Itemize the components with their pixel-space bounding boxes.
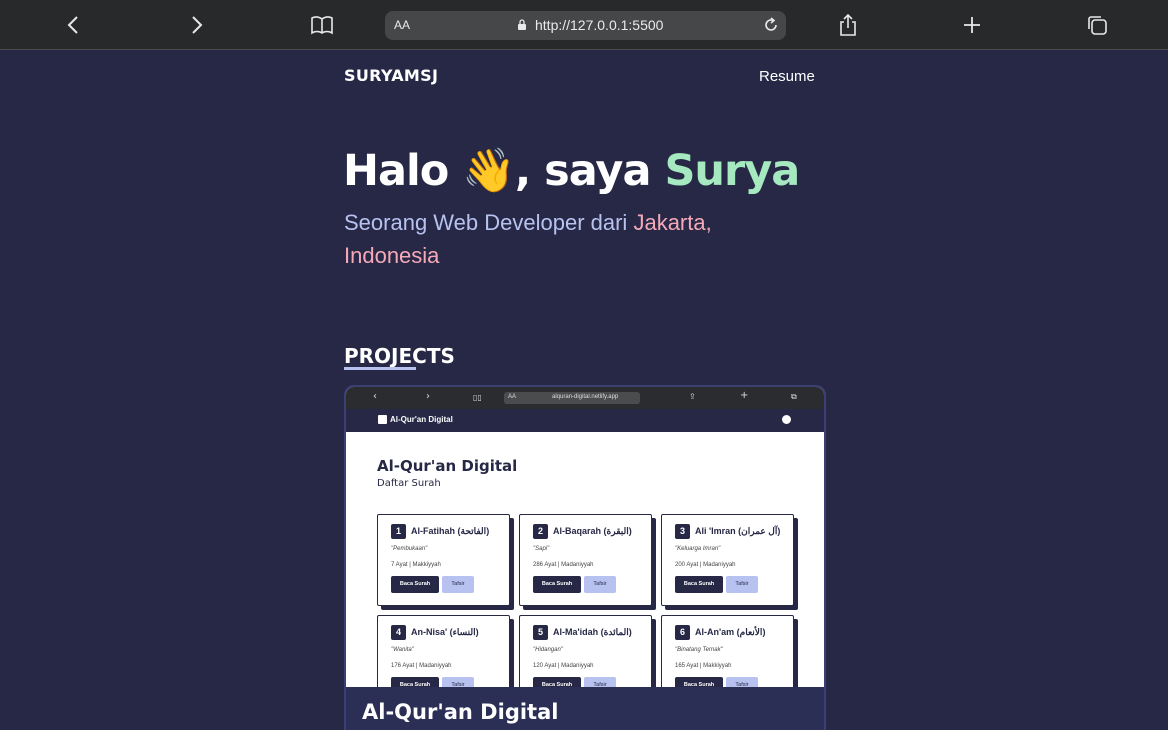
surah-number: 4 — [391, 625, 406, 640]
surah-meaning: "Wanita" — [391, 647, 414, 653]
surah-card: 5 Al-Ma'idah (المائدة) "Hidangan" 120 Ay… — [519, 615, 652, 687]
screenshot-app-name: Al-Qur'an Digital — [390, 415, 453, 424]
address-bar[interactable]: AA http://127.0.0.1:5500 — [385, 11, 786, 40]
screenshot-aa: AA — [508, 394, 517, 400]
tafsir-button: Tafsir — [726, 677, 758, 687]
new-tab-icon[interactable] — [959, 12, 985, 38]
resume-link[interactable]: Resume — [759, 68, 815, 85]
project-title[interactable]: Al-Qur'an Digital — [362, 700, 558, 724]
screenshot-back-icon: ‹ — [373, 391, 377, 402]
url-text: http://127.0.0.1:5500 — [535, 17, 664, 33]
back-icon[interactable] — [60, 12, 86, 38]
surah-name: Al-Baqarah (البقرة) — [553, 526, 632, 536]
subtitle-text: Seorang Web Developer dari — [344, 210, 628, 235]
waving-hand-icon: 👋 — [462, 146, 516, 196]
surah-number: 1 — [391, 524, 406, 539]
surah-name: Al-Ma'idah (المائدة) — [553, 627, 632, 637]
screenshot-page-title: Al-Qur'an Digital — [377, 457, 518, 475]
screenshot-page-subtitle: Daftar Surah — [377, 478, 441, 489]
surah-number: 5 — [533, 625, 548, 640]
reload-icon[interactable] — [761, 15, 781, 35]
read-surah-button: Baca Surah — [391, 576, 439, 593]
tafsir-button: Tafsir — [584, 576, 616, 593]
text-size-button[interactable]: AA — [394, 18, 410, 32]
screenshot-forward-icon: › — [426, 391, 430, 402]
section-underline — [344, 367, 416, 370]
surah-card: 1 Al-Fatihah (الفاتحة) "Pembukaan" 7 Aya… — [377, 514, 510, 606]
section-title: PROJECTS — [344, 344, 455, 368]
hero-greeting: Halo — [343, 146, 449, 196]
screenshot-browser-bar: ‹ › ▯▯ AA alquran-digital.netlify.app ⇪ … — [346, 387, 824, 409]
surah-meaning: "Binatang Ternak" — [675, 647, 723, 653]
tafsir-button: Tafsir — [726, 576, 758, 593]
bookmarks-icon[interactable] — [309, 12, 335, 38]
share-icon[interactable] — [835, 12, 861, 38]
surah-name: Ali 'Imran (آل عمران) — [695, 526, 781, 536]
surah-card: 3 Ali 'Imran (آل عمران) "Keluarga Imran"… — [661, 514, 794, 606]
project-screenshot: ‹ › ▯▯ AA alquran-digital.netlify.app ⇪ … — [346, 387, 824, 687]
browser-toolbar: AA http://127.0.0.1:5500 — [0, 0, 1168, 50]
surah-meaning: "Hidangan" — [533, 647, 563, 653]
screenshot-bookmarks-icon: ▯▯ — [473, 393, 482, 402]
surah-info: 286 Ayat | Madaniyyah — [533, 562, 594, 568]
surah-number: 2 — [533, 524, 548, 539]
surah-name: An-Nisa' (النساء) — [411, 627, 479, 637]
quran-logo-icon — [378, 415, 387, 424]
screenshot-tabs-icon: ⧉ — [791, 392, 797, 401]
surah-card: 2 Al-Baqarah (البقرة) "Sapi" 286 Ayat | … — [519, 514, 652, 606]
tafsir-button: Tafsir — [442, 677, 474, 687]
surah-info: 165 Ayat | Makkiyyah — [675, 663, 732, 669]
screenshot-address-bar: AA alquran-digital.netlify.app — [504, 392, 640, 404]
surah-meaning: "Pembukaan" — [391, 546, 428, 552]
read-surah-button: Baca Surah — [533, 576, 581, 593]
screenshot-url: alquran-digital.netlify.app — [552, 394, 619, 400]
surah-name: Al-An'am (الأنعام) — [695, 627, 766, 637]
forward-icon[interactable] — [184, 12, 210, 38]
surah-name: Al-Fatihah (الفاتحة) — [411, 526, 490, 536]
read-surah-button: Baca Surah — [533, 677, 581, 687]
surah-info: 176 Ayat | Madaniyyah — [391, 663, 452, 669]
surah-info: 120 Ayat | Madaniyyah — [533, 663, 594, 669]
project-card[interactable]: ‹ › ▯▯ AA alquran-digital.netlify.app ⇪ … — [344, 385, 826, 730]
tafsir-button: Tafsir — [584, 677, 616, 687]
surah-info: 7 Ayat | Makkiyyah — [391, 562, 441, 568]
hero-heading: Halo 👋, saya Surya — [343, 146, 800, 196]
surah-meaning: "Sapi" — [533, 546, 550, 552]
lock-icon — [518, 19, 526, 30]
screenshot-new-tab-icon: + — [740, 390, 749, 401]
surah-card: 6 Al-An'am (الأنعام) "Binatang Ternak" 1… — [661, 615, 794, 687]
screenshot-nav: Al-Qur'an Digital — [346, 409, 824, 432]
surah-info: 200 Ayat | Madaniyyah — [675, 562, 736, 568]
screenshot-share-icon: ⇪ — [689, 392, 696, 401]
read-surah-button: Baca Surah — [391, 677, 439, 687]
site-brand[interactable]: SURYAMSJ — [344, 66, 438, 85]
tabs-icon[interactable] — [1084, 12, 1110, 38]
hero-subtitle: Seorang Web Developer dari Jakarta, Indo… — [344, 206, 774, 272]
hero-intro: , saya — [514, 146, 652, 196]
github-icon — [782, 415, 791, 424]
tafsir-button: Tafsir — [442, 576, 474, 593]
surah-card: 4 An-Nisa' (النساء) "Wanita" 176 Ayat | … — [377, 615, 510, 687]
read-surah-button: Baca Surah — [675, 677, 723, 687]
surah-number: 3 — [675, 524, 690, 539]
read-surah-button: Baca Surah — [675, 576, 723, 593]
hero-name: Surya — [664, 146, 800, 196]
surah-number: 6 — [675, 625, 690, 640]
surah-meaning: "Keluarga Imran" — [675, 546, 721, 552]
